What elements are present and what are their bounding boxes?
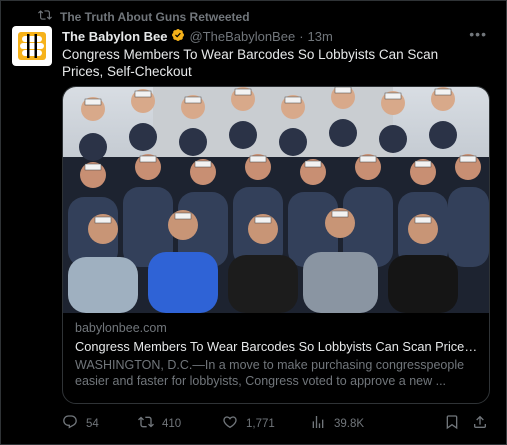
tweet-text: Congress Members To Wear Barcodes So Lob… — [62, 47, 439, 79]
more-options-icon[interactable]: ••• — [469, 26, 487, 42]
retweet-label[interactable]: The Truth About Guns Retweeted — [60, 10, 250, 24]
timestamp[interactable]: 13m — [308, 29, 333, 44]
display-name[interactable]: The Babylon Bee — [62, 29, 167, 44]
share-icon[interactable] — [472, 414, 488, 433]
action-bar: 54 410 1,771 39.8K — [62, 414, 488, 433]
avatar[interactable] — [12, 26, 52, 66]
retweet-action-icon — [138, 414, 154, 433]
retweet-context: The Truth About Guns Retweeted — [38, 8, 250, 25]
card-domain: babylonbee.com — [75, 321, 167, 335]
views-icon — [310, 414, 326, 433]
verified-badge-icon[interactable] — [171, 28, 185, 45]
reply-count: 54 — [86, 417, 99, 430]
card-image[interactable] — [63, 87, 489, 313]
retweet-count: 410 — [162, 417, 182, 430]
heart-icon — [222, 414, 238, 433]
reply-icon — [62, 414, 78, 433]
like-count: 1,771 — [246, 417, 275, 430]
secondary-actions — [444, 414, 488, 433]
handle[interactable]: @TheBabylonBee — [189, 29, 295, 44]
reply-button[interactable]: 54 — [62, 414, 138, 433]
babylon-bee-logo — [18, 32, 46, 60]
separator-dot: · — [299, 29, 304, 44]
card-meta: babylonbee.com Congress Members To Wear … — [75, 321, 479, 389]
card-description: WASHINGTON, D.C.—In a move to make purch… — [75, 358, 465, 388]
card-title[interactable]: Congress Members To Wear Barcodes So Lob… — [75, 339, 479, 355]
tweet-header: The Babylon Bee @TheBabylonBee · 13m — [62, 28, 333, 45]
retweet-button[interactable]: 410 — [138, 414, 222, 433]
views-button[interactable]: 39.8K — [310, 414, 410, 433]
retweet-icon — [38, 8, 52, 25]
views-count: 39.8K — [334, 417, 365, 430]
like-button[interactable]: 1,771 — [222, 414, 310, 433]
link-card[interactable]: babylonbee.com Congress Members To Wear … — [62, 86, 490, 404]
bookmark-icon[interactable] — [444, 414, 460, 433]
